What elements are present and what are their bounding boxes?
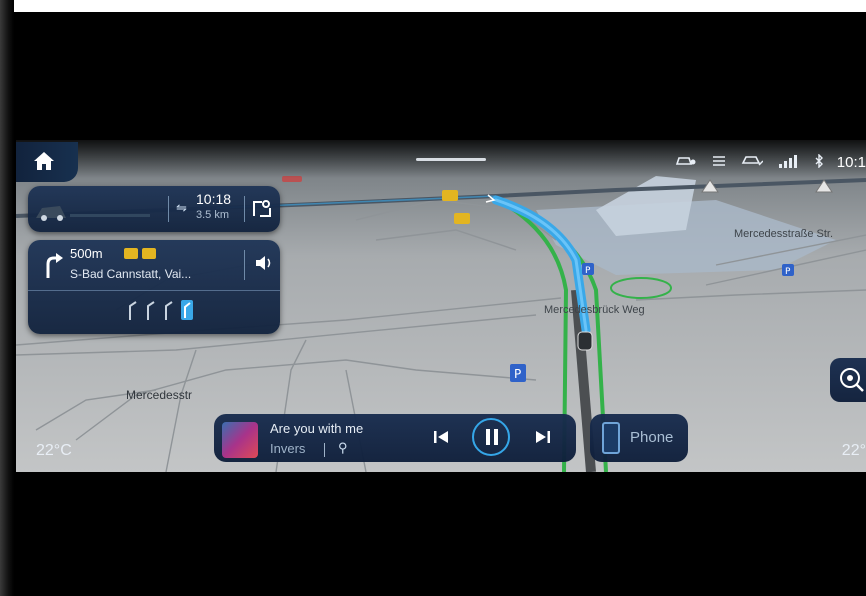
divider	[244, 250, 245, 280]
pause-icon	[486, 429, 498, 445]
album-art	[222, 422, 258, 458]
top-strip	[14, 0, 866, 12]
pause-button[interactable]	[472, 418, 510, 456]
car-connect-icon	[675, 154, 697, 171]
vehicle-icon	[741, 153, 764, 172]
song-artist: Invers	[270, 441, 306, 456]
phone-label: Phone	[630, 429, 674, 446]
turn-left-icon	[46, 253, 63, 278]
divider	[168, 196, 169, 222]
settings-icon	[711, 154, 727, 171]
svg-text:P: P	[585, 266, 591, 276]
maneuver-distance: 500m	[70, 246, 103, 261]
road-badge	[142, 248, 156, 259]
zoom-icon	[840, 368, 864, 392]
divider	[244, 196, 245, 222]
route-icon: ⇋	[176, 200, 187, 215]
usb-source-icon: ⚲	[338, 440, 348, 455]
clock: 10:1	[836, 153, 866, 171]
phone-button[interactable]: Phone	[590, 414, 688, 462]
home-button[interactable]	[16, 142, 78, 182]
map-label-street: Mercedesstr	[126, 388, 193, 402]
lane-arrow-icon	[147, 301, 155, 320]
zoom-button[interactable]	[830, 358, 866, 402]
map-label-street: Mercedesbrück Weg	[544, 304, 645, 316]
navigation-screen: P P P Mercedesstr Mercedesstraße Str. Me…	[16, 140, 866, 472]
car-icon	[36, 206, 150, 221]
remaining-distance: 3.5 km	[196, 209, 230, 221]
divider	[28, 290, 280, 291]
drawer-handle[interactable]	[416, 158, 486, 161]
song-title: Are you with me	[270, 421, 364, 436]
maneuver-street: S-Bad Cannstatt, Vai...	[70, 267, 192, 281]
lane-arrow-active-icon	[181, 300, 193, 320]
eta-card[interactable]: ⇋ 10:18 3.5 km	[28, 186, 280, 232]
previous-track-button[interactable]	[432, 428, 450, 446]
speaker-icon[interactable]	[254, 254, 274, 272]
lane-guidance	[126, 298, 194, 320]
maneuver-card[interactable]: 500m S-Bad Cannstatt, Vai...	[28, 240, 280, 334]
lane-arrow-icon	[129, 301, 137, 320]
display-bezel	[0, 0, 14, 596]
temperature-right[interactable]: 22°	[842, 442, 866, 460]
map-label-street: Mercedesstraße Str.	[734, 228, 834, 240]
status-icons: 10:1	[675, 152, 866, 172]
arrival-time: 10:18	[196, 191, 232, 207]
phone-icon	[602, 422, 620, 454]
route-options-icon[interactable]	[250, 196, 276, 222]
bluetooth-icon	[815, 152, 823, 171]
temperature-left[interactable]: 22°C	[36, 442, 72, 460]
divider	[324, 443, 325, 457]
signal-icon	[777, 154, 801, 171]
media-player[interactable]: Are you with me Invers ⚲	[214, 414, 576, 462]
lane-arrow-icon	[165, 301, 173, 320]
svg-text:P: P	[785, 267, 791, 277]
svg-text:P: P	[514, 367, 521, 381]
home-icon	[34, 152, 54, 170]
next-track-button[interactable]	[534, 428, 552, 446]
road-badge	[124, 248, 138, 259]
